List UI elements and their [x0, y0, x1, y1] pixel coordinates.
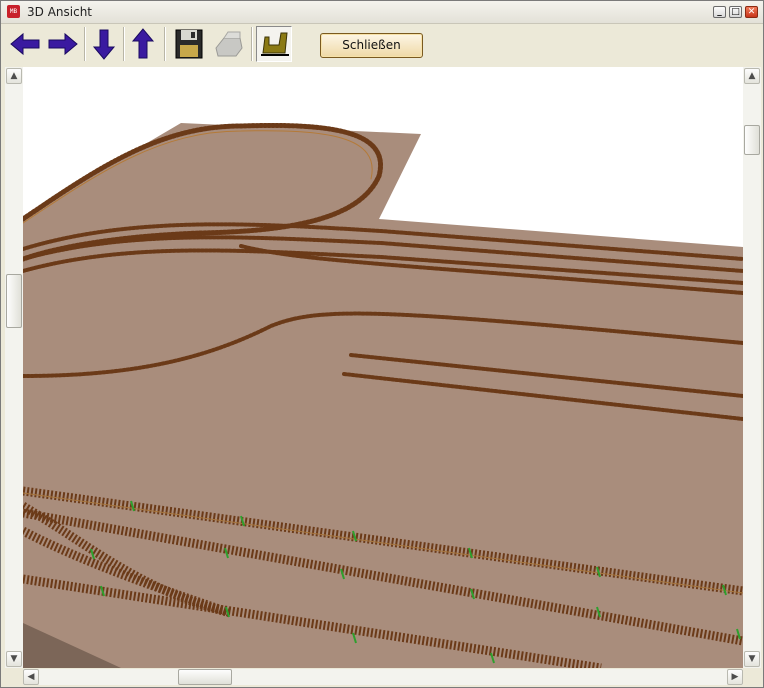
pan-left-button[interactable] — [7, 26, 43, 62]
3d-view-canvas[interactable] — [5, 67, 760, 668]
toolbar-separator — [251, 27, 253, 61]
print-button[interactable] — [210, 26, 246, 62]
scroll-down-button[interactable]: ▼ — [6, 651, 22, 667]
arrow-down-icon — [92, 29, 116, 60]
arrow-up-icon — [131, 28, 155, 59]
window-title: 3D Ansicht — [27, 5, 92, 19]
app-icon: MB — [7, 5, 20, 18]
arrow-right-icon — [48, 32, 78, 56]
scroll-up-button[interactable]: ▲ — [744, 68, 760, 84]
app-window: MB 3D Ansicht _ □ ✕ Schließen ▲ ▼ ▲ ▼ ◀ … — [0, 0, 764, 688]
pan-right-button[interactable] — [45, 26, 81, 62]
pan-up-button[interactable] — [125, 26, 161, 62]
close-window-button[interactable]: ✕ — [745, 6, 758, 18]
scroll-down-button[interactable]: ▼ — [744, 651, 760, 667]
arrow-left-icon — [10, 32, 40, 56]
horizontal-scrollbar[interactable]: ◀ ▶ — [23, 669, 743, 685]
track-layout-scene — [20, 122, 745, 668]
left-scrollbar[interactable]: ▲ ▼ — [5, 67, 23, 668]
scroll-left-button[interactable]: ◀ — [23, 669, 39, 685]
toolbar-separator — [164, 27, 166, 61]
scroll-right-button[interactable]: ▶ — [727, 669, 743, 685]
scroll-thumb[interactable] — [6, 274, 22, 328]
pan-down-button[interactable] — [86, 26, 122, 62]
right-scrollbar[interactable]: ▲ ▼ — [743, 67, 761, 668]
floppy-save-icon — [175, 29, 203, 59]
minimize-button[interactable]: _ — [713, 6, 726, 18]
close-button[interactable]: Schließen — [320, 33, 423, 58]
layout-board — [23, 123, 743, 668]
maximize-button[interactable]: □ — [729, 6, 742, 18]
title-bar[interactable]: MB 3D Ansicht _ □ ✕ — [1, 1, 763, 24]
scroll-up-button[interactable]: ▲ — [6, 68, 22, 84]
save-button[interactable] — [171, 26, 207, 62]
print-icon — [215, 31, 243, 57]
track-view-icon — [261, 32, 289, 56]
scroll-thumb[interactable] — [178, 669, 232, 685]
toolbar: Schließen — [1, 24, 763, 67]
track-view-button[interactable] — [256, 26, 292, 62]
scroll-thumb[interactable] — [744, 125, 760, 155]
